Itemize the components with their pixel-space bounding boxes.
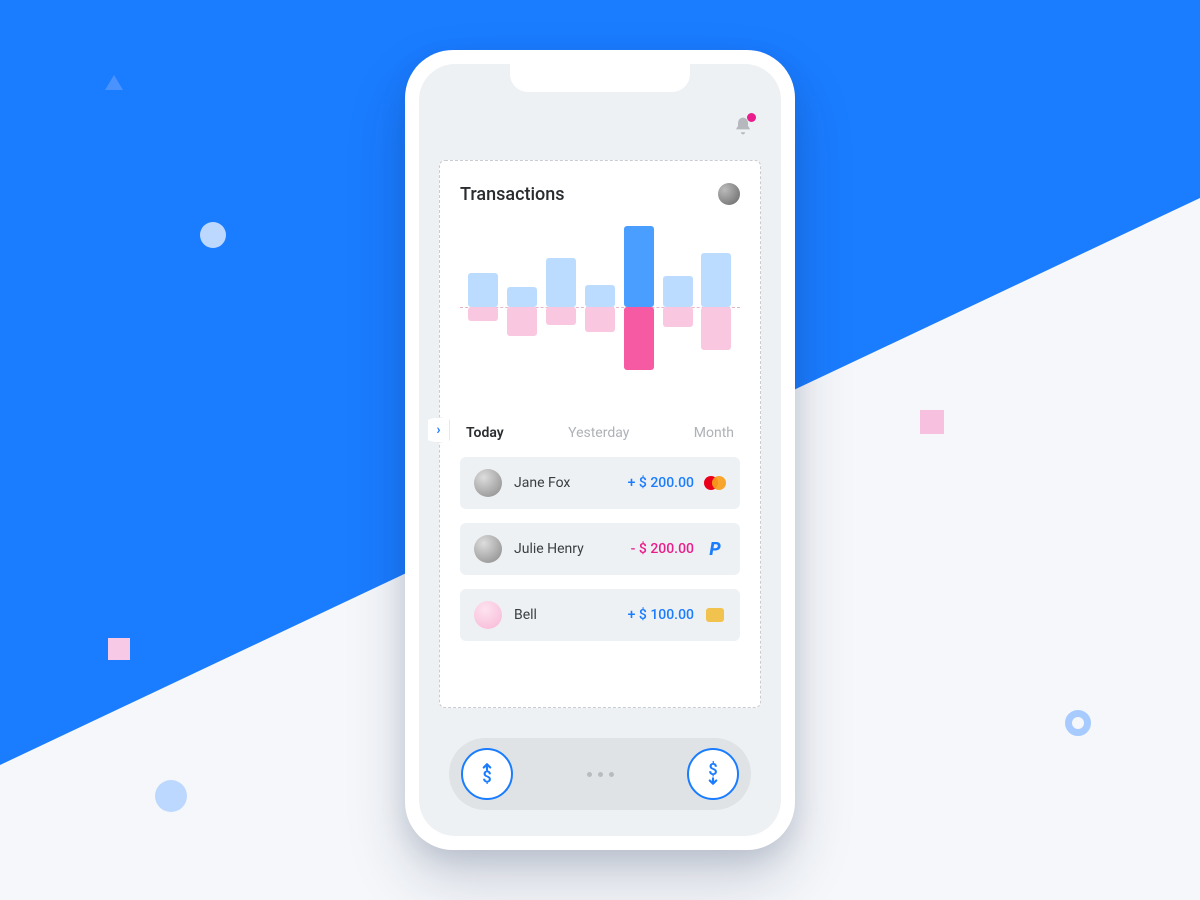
chart-bar[interactable] [546,217,576,397]
chart-bar[interactable] [701,217,731,397]
decor-square-right [920,410,944,434]
decor-square-left [108,638,130,660]
bar-outgoing [663,307,693,327]
more-actions-button[interactable] [587,772,614,777]
chart-bar[interactable] [507,217,537,397]
phone-notch [510,64,690,92]
transaction-name: Jane Fox [514,475,628,491]
profile-avatar[interactable] [718,183,740,205]
chevron-right-icon: › [436,422,440,438]
dot-icon [587,772,592,777]
chart-bar[interactable] [468,217,498,397]
avatar [474,469,502,497]
phone-screen: Transactions › Today Yesterday Month Jan… [419,64,781,836]
tab-yesterday[interactable]: Yesterday [568,425,629,441]
bar-outgoing [585,307,615,332]
transaction-amount: + $ 100.00 [628,607,694,623]
bar-incoming [624,226,654,307]
transaction-row[interactable]: Julie Henry - $ 200.00 P [460,523,740,575]
bar-outgoing [546,307,576,325]
card-expand-button[interactable]: › [428,417,450,443]
dot-icon [609,772,614,777]
avatar [474,535,502,563]
transaction-row[interactable]: Jane Fox + $ 200.00 [460,457,740,509]
bar-incoming [546,258,576,308]
card-header: Transactions [460,183,740,205]
decor-circle-bottom [155,780,187,812]
bottom-action-bar: $ $ [449,738,751,810]
dollar-down-icon: $ [700,761,726,787]
transaction-amount: + $ 200.00 [628,475,694,491]
phone-frame: Transactions › Today Yesterday Month Jan… [405,50,795,850]
bar-outgoing [701,307,731,350]
mastercard-icon [704,472,726,494]
receive-money-button[interactable]: $ [687,748,739,800]
tab-month[interactable]: Month [694,425,734,441]
transaction-amount: - $ 200.00 [631,541,694,557]
decor-ring-right [1065,710,1091,736]
paypal-icon: P [704,538,726,560]
transactions-card: Transactions › Today Yesterday Month Jan… [439,160,761,708]
bar-incoming [507,287,537,307]
transactions-chart[interactable] [460,217,740,397]
transaction-row[interactable]: Bell + $ 100.00 [460,589,740,641]
bar-outgoing [468,307,498,321]
chart-bar[interactable] [624,217,654,397]
dot-icon [598,772,603,777]
decor-triangle [105,75,123,90]
topbar [733,116,753,136]
send-money-button[interactable]: $ [461,748,513,800]
decor-circle-top [200,222,226,248]
bar-outgoing [507,307,537,336]
bar-outgoing [624,307,654,370]
tab-today[interactable]: Today [466,425,504,441]
bar-incoming [585,285,615,308]
card-chip-icon [704,604,726,626]
card-title: Transactions [460,184,565,205]
svg-text:$: $ [708,761,717,779]
avatar [474,601,502,629]
svg-text:$: $ [482,768,491,787]
bar-incoming [468,273,498,307]
dollar-up-icon: $ [474,761,500,787]
transaction-name: Julie Henry [514,541,631,557]
transaction-name: Bell [514,607,628,623]
chart-bar[interactable] [663,217,693,397]
notifications-button[interactable] [733,116,753,136]
chart-bar[interactable] [585,217,615,397]
bar-incoming [701,253,731,307]
range-tabs: Today Yesterday Month [460,425,740,441]
bar-incoming [663,276,693,308]
transaction-list: Jane Fox + $ 200.00 Julie Henry - $ 200.… [460,457,740,641]
notification-dot-icon [747,113,756,122]
